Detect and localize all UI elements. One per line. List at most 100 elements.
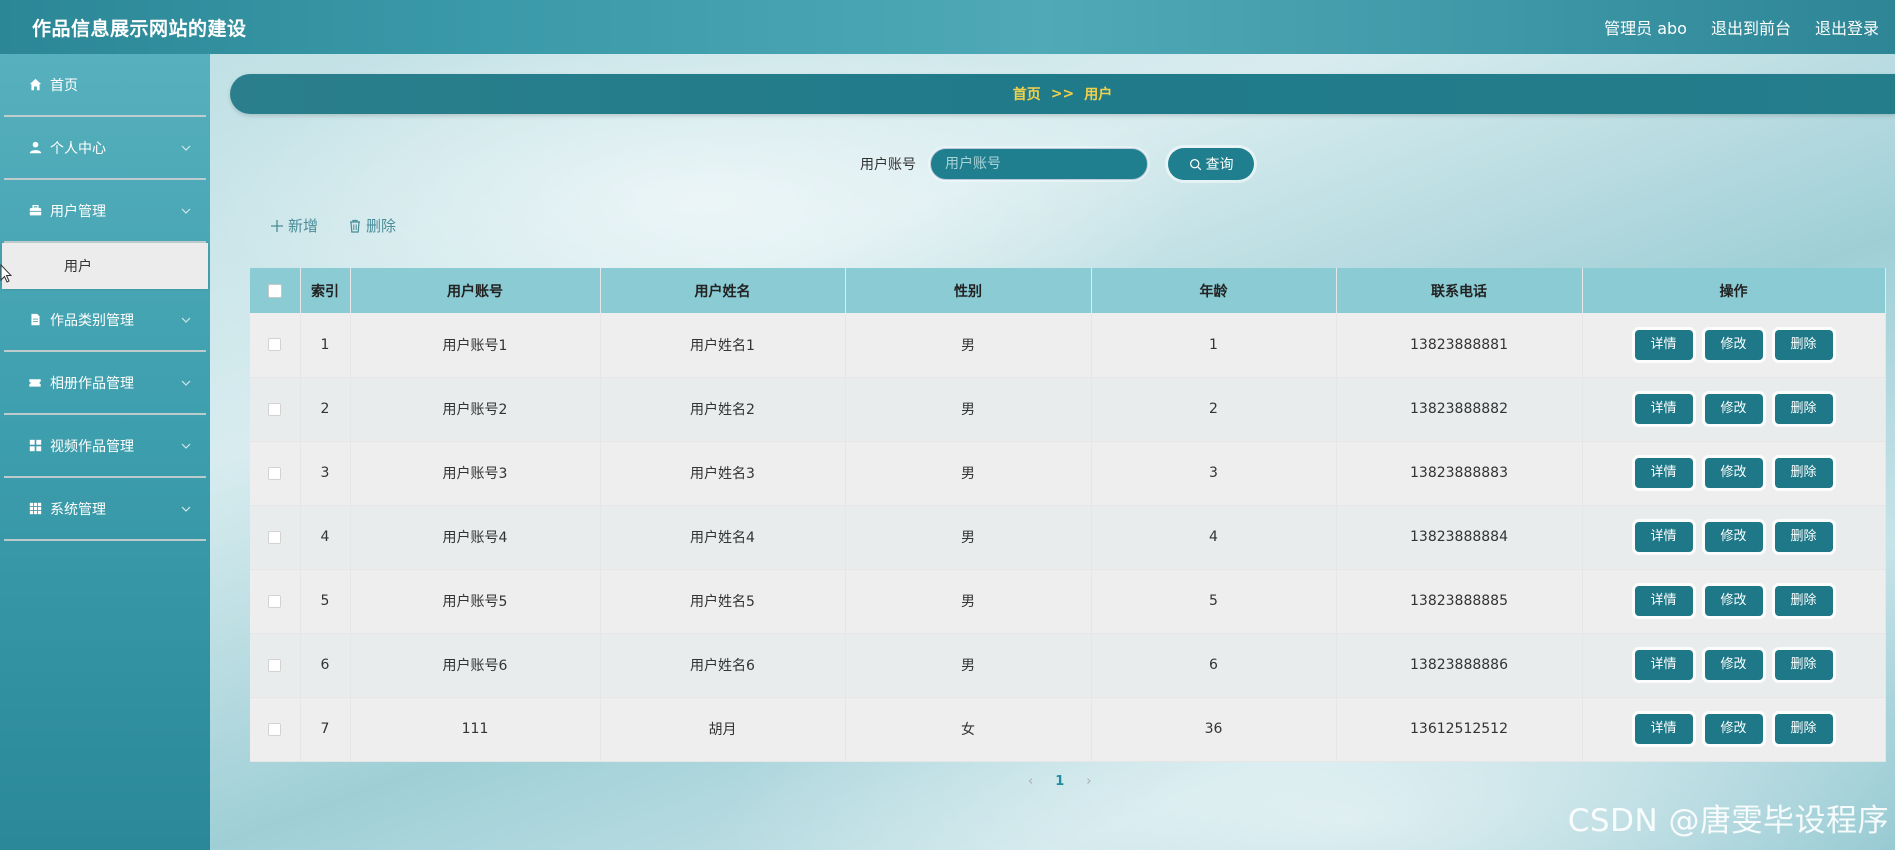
sidebar-item-album-management[interactable]: 相册作品管理 xyxy=(4,352,206,415)
cell-actions: 详情 修改 删除 xyxy=(1582,313,1886,378)
trash-icon xyxy=(350,219,361,233)
chevron-up-icon xyxy=(181,208,191,214)
cell-gender: 男 xyxy=(845,377,1092,442)
cell-actions: 详情 修改 删除 xyxy=(1582,633,1886,698)
delete-button[interactable]: 删除 xyxy=(1774,586,1833,616)
cell-gender: 男 xyxy=(845,633,1092,698)
grid-icon xyxy=(28,439,42,453)
cell-index: 5 xyxy=(300,569,351,634)
row-checkbox[interactable] xyxy=(268,722,282,736)
delete-button[interactable]: 删除 xyxy=(1774,329,1833,360)
header-select-all[interactable] xyxy=(250,268,301,313)
exit-to-front-link[interactable]: 退出到前台 xyxy=(1711,15,1791,39)
edit-button[interactable]: 修改 xyxy=(1704,714,1763,744)
row-select-cell[interactable] xyxy=(250,569,301,634)
delete-button[interactable]: 删除 xyxy=(1774,394,1833,424)
site-title: 作品信息展示网站的建设 xyxy=(32,17,247,40)
page-number-button[interactable]: 1 xyxy=(1055,774,1064,789)
search-label: 用户账号 xyxy=(860,157,916,173)
sidebar-item-home[interactable]: 首页 xyxy=(4,54,206,117)
cell-index: 2 xyxy=(300,377,351,442)
detail-button[interactable]: 详情 xyxy=(1634,458,1693,488)
detail-button[interactable]: 详情 xyxy=(1634,394,1693,424)
sidebar-item-system-management[interactable]: 系统管理 xyxy=(4,478,206,541)
cell-age: 6 xyxy=(1091,633,1337,698)
watermark: CSDN @唐雯毕设程序 xyxy=(1567,803,1889,839)
sidebar-item-user-management[interactable]: 用户管理 xyxy=(4,180,206,243)
detail-button[interactable]: 详情 xyxy=(1634,522,1693,552)
row-select-cell[interactable] xyxy=(250,313,301,378)
select-all-checkbox[interactable] xyxy=(267,283,282,298)
edit-button[interactable]: 修改 xyxy=(1704,522,1763,552)
cell-account: 用户账号5 xyxy=(350,569,601,634)
edit-button[interactable]: 修改 xyxy=(1704,458,1763,488)
prev-page-button[interactable]: ‹ xyxy=(1028,774,1033,789)
row-checkbox[interactable] xyxy=(268,530,282,544)
chevron-down-icon xyxy=(181,443,191,449)
breadcrumb-home[interactable]: 首页 xyxy=(1013,84,1041,104)
edit-button[interactable]: 修改 xyxy=(1704,394,1763,424)
cell-phone: 13823888886 xyxy=(1336,633,1583,698)
sidebar-item-label: 首页 xyxy=(50,77,78,94)
cell-age: 36 xyxy=(1091,697,1337,762)
table-row: 7 111 胡月女 36 13612512512 详情 修改 删除 xyxy=(250,697,1886,762)
delete-button[interactable]: 删除 xyxy=(1774,458,1833,488)
edit-button[interactable]: 修改 xyxy=(1704,329,1763,360)
cell-gender: 男 xyxy=(845,505,1092,570)
row-checkbox[interactable] xyxy=(268,594,282,608)
table-row: 1 用户账号1 用户姓名1 男 1 13823888881 详情 修改 删除 xyxy=(250,313,1886,378)
delete-button[interactable]: 删除 xyxy=(1774,522,1833,552)
header-index: 索引 xyxy=(300,268,351,313)
cell-actions: 详情 修改 删除 xyxy=(1582,697,1886,762)
row-select-cell[interactable] xyxy=(250,377,301,442)
search-input[interactable] xyxy=(930,148,1148,180)
table-header-row: 索引 用户账号 用户姓名 性别 年龄 联系电话 操作 xyxy=(250,268,1886,313)
detail-button[interactable]: 详情 xyxy=(1634,714,1693,744)
row-checkbox[interactable] xyxy=(268,466,282,480)
top-bar: 作品信息展示网站的建设 管理员 abo 退出到前台 退出登录 xyxy=(0,0,1895,54)
cell-index: 4 xyxy=(300,505,351,570)
breadcrumb-current: 用户 xyxy=(1084,87,1113,103)
breadcrumb-separator: >> xyxy=(1050,86,1075,102)
cell-account: 用户账号4 xyxy=(350,505,601,570)
sidebar-item-video-management[interactable]: 视频作品管理 xyxy=(4,415,206,478)
row-checkbox[interactable] xyxy=(268,338,282,352)
cell-gender: 男 xyxy=(845,441,1092,506)
cell-name: 用户姓名4 xyxy=(600,505,846,570)
cell-age: 3 xyxy=(1091,441,1337,506)
delete-button[interactable]: 删除 xyxy=(1774,650,1833,680)
sidebar-item-category-management[interactable]: 作品类别管理 xyxy=(4,289,206,352)
detail-button[interactable]: 详情 xyxy=(1634,586,1693,616)
logout-link[interactable]: 退出登录 xyxy=(1815,15,1879,39)
pagination: ‹ 1 › xyxy=(1028,774,1091,789)
edit-button[interactable]: 修改 xyxy=(1704,586,1763,616)
cell-name: 用户姓名6 xyxy=(600,633,846,698)
delete-button[interactable]: 删除 xyxy=(1774,714,1833,744)
row-select-cell[interactable] xyxy=(250,697,301,762)
row-select-cell[interactable] xyxy=(250,633,301,698)
row-select-cell[interactable] xyxy=(250,505,301,570)
search-button[interactable]: 查询 xyxy=(1168,148,1254,180)
detail-button[interactable]: 详情 xyxy=(1634,650,1693,680)
sidebar: 首页 个人中心 用户管理 用户 作品类别管理 相册作品管理 视频作品管理 系统管… xyxy=(0,54,210,850)
cell-age: 5 xyxy=(1091,569,1337,634)
cell-index: 6 xyxy=(300,633,351,698)
cell-age: 1 xyxy=(1091,313,1337,378)
batch-delete-button[interactable]: 删除 xyxy=(348,215,396,236)
ticket-icon xyxy=(28,376,42,390)
sidebar-subitem-user[interactable]: 用户 xyxy=(2,243,208,289)
add-button[interactable]: 新增 xyxy=(270,215,318,236)
row-checkbox[interactable] xyxy=(268,402,282,416)
edit-button[interactable]: 修改 xyxy=(1704,650,1763,680)
row-select-cell[interactable] xyxy=(250,441,301,506)
header-actions: 操作 xyxy=(1582,268,1886,313)
sidebar-item-personal-center[interactable]: 个人中心 xyxy=(4,117,206,180)
detail-button[interactable]: 详情 xyxy=(1634,329,1693,360)
cell-index: 7 xyxy=(300,697,351,762)
next-page-button[interactable]: › xyxy=(1086,774,1091,789)
cell-account: 111 xyxy=(350,697,601,762)
delete-button-label: 删除 xyxy=(366,217,397,235)
cell-index: 3 xyxy=(300,441,351,506)
chevron-down-icon xyxy=(181,380,191,386)
row-checkbox[interactable] xyxy=(268,658,282,672)
